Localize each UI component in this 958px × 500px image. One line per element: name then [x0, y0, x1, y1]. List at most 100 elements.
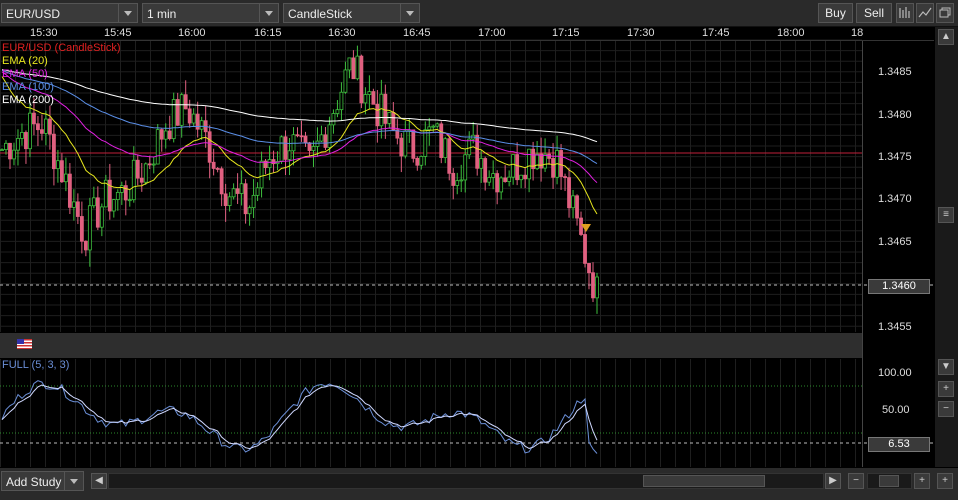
zoom-out-icon[interactable]: −	[938, 401, 954, 417]
candle-body	[75, 201, 80, 217]
scroll-down-icon[interactable]: ▼	[938, 359, 954, 375]
zoom-out-time-icon[interactable]: −	[848, 473, 864, 489]
indicator-icon[interactable]	[916, 3, 934, 23]
event-strip	[0, 333, 862, 358]
candle-body	[319, 134, 324, 142]
candle-body	[283, 136, 288, 160]
candle-body	[279, 136, 284, 162]
candle-body	[367, 91, 372, 95]
candle-body	[419, 156, 424, 166]
symbol-select[interactable]: EUR/USD	[1, 3, 138, 23]
chart-area[interactable]	[0, 27, 934, 467]
scroll-left-icon[interactable]: ◀	[91, 473, 107, 489]
candle-body	[36, 123, 40, 131]
time-scrollbar-track[interactable]	[108, 473, 824, 489]
candle-body	[95, 197, 100, 228]
chevron-down-icon[interactable]	[64, 472, 83, 490]
time-tick-label: 17:15	[552, 27, 580, 39]
candle-body	[44, 118, 48, 134]
candle-body	[163, 130, 168, 140]
scroll-thumb[interactable]: ≡	[938, 207, 954, 223]
candle-body	[447, 138, 452, 174]
candle-body	[287, 150, 292, 160]
current-price-tag: 1.3460	[868, 279, 930, 294]
candle-body	[383, 93, 388, 124]
candle-body	[371, 91, 376, 105]
chart-canvas[interactable]	[0, 27, 934, 467]
candle-body	[199, 120, 204, 130]
legend-item-ema50[interactable]: EMA (50)	[2, 68, 121, 81]
candle-body	[8, 142, 12, 160]
candle-body	[547, 153, 551, 159]
interval-select[interactable]: 1 min	[142, 3, 279, 23]
oscillator-label[interactable]: FULL (5, 3, 3)	[2, 359, 69, 372]
price-tick-label: 1.3485	[878, 66, 912, 78]
candle-body	[431, 125, 436, 128]
time-tick-label: 15:30	[30, 27, 58, 39]
candle-body	[475, 134, 480, 169]
candle-body	[323, 134, 328, 148]
chevron-down-icon[interactable]	[400, 4, 419, 22]
add-study-select[interactable]: Add Study	[1, 471, 84, 491]
restore-icon[interactable]	[936, 3, 954, 23]
time-tick-label: 18	[851, 27, 864, 39]
candle-body	[12, 149, 16, 160]
time-tick-label: 17:30	[627, 27, 655, 39]
bars-icon[interactable]	[896, 3, 914, 23]
candle-body	[339, 91, 344, 111]
candle-body	[423, 129, 428, 157]
buy-button[interactable]: Buy	[818, 3, 853, 23]
legend-item-ema100[interactable]: EMA (100)	[2, 81, 121, 94]
candle-body	[259, 160, 264, 189]
scroll-up-icon[interactable]: ▲	[938, 29, 954, 45]
price-tick-label: 1.3480	[878, 109, 912, 121]
zoom-in-right-icon[interactable]: +	[937, 473, 953, 489]
candle-body	[111, 199, 116, 212]
candle-body	[135, 159, 140, 179]
candle-body	[563, 176, 567, 178]
zoom-in-icon[interactable]: +	[938, 381, 954, 397]
candle-body	[56, 160, 60, 170]
candle-body	[355, 55, 360, 80]
time-tick-label: 16:45	[403, 27, 431, 39]
price-panel	[0, 40, 862, 332]
zoom-slider[interactable]	[867, 473, 912, 489]
candle-body	[139, 177, 144, 183]
sell-button[interactable]: Sell	[856, 3, 892, 23]
time-scroll-thumb[interactable]	[643, 475, 765, 487]
chevron-down-icon[interactable]	[118, 4, 137, 22]
candle-body	[127, 199, 132, 202]
candle-body	[251, 194, 256, 209]
candle-body	[399, 137, 404, 157]
chart-toolbar: EUR/USD 1 min CandleStick Buy Sell	[0, 0, 958, 27]
candle-body	[0, 149, 4, 152]
osc-axis-50: 50.00	[882, 404, 910, 416]
legend-item-ema200[interactable]: EMA (200)	[2, 94, 121, 107]
candle-body	[271, 159, 276, 165]
candle-body	[171, 99, 176, 140]
candle-body	[575, 195, 579, 219]
zoom-in-time-icon[interactable]: +	[914, 473, 930, 489]
candle-body	[48, 118, 52, 135]
time-tick-label: 17:00	[478, 27, 506, 39]
chevron-down-icon[interactable]	[259, 4, 278, 22]
candle-body	[343, 69, 348, 93]
time-tick-label: 16:30	[328, 27, 356, 39]
candle-body	[579, 217, 583, 235]
us-flag-icon[interactable]	[17, 339, 32, 349]
candle-body	[255, 187, 260, 196]
candle-body	[535, 153, 540, 170]
scroll-right-icon[interactable]: ▶	[825, 473, 841, 489]
candle-body	[483, 158, 488, 183]
candle-body	[87, 205, 92, 251]
legend-item-price[interactable]: EUR/USD (CandleStick)	[2, 42, 121, 55]
candle-body	[91, 197, 96, 207]
candle-body	[243, 183, 248, 215]
price-scrollbar[interactable]: ▲ ≡ ▼ + −	[935, 27, 958, 467]
price-tick-label: 1.3455	[878, 321, 912, 333]
candle-body	[16, 138, 20, 151]
chart-type-select[interactable]: CandleStick	[283, 3, 420, 23]
candle-body	[52, 133, 56, 170]
legend-item-ema20[interactable]: EMA (20)	[2, 55, 121, 68]
symbol-value: EUR/USD	[6, 7, 61, 21]
